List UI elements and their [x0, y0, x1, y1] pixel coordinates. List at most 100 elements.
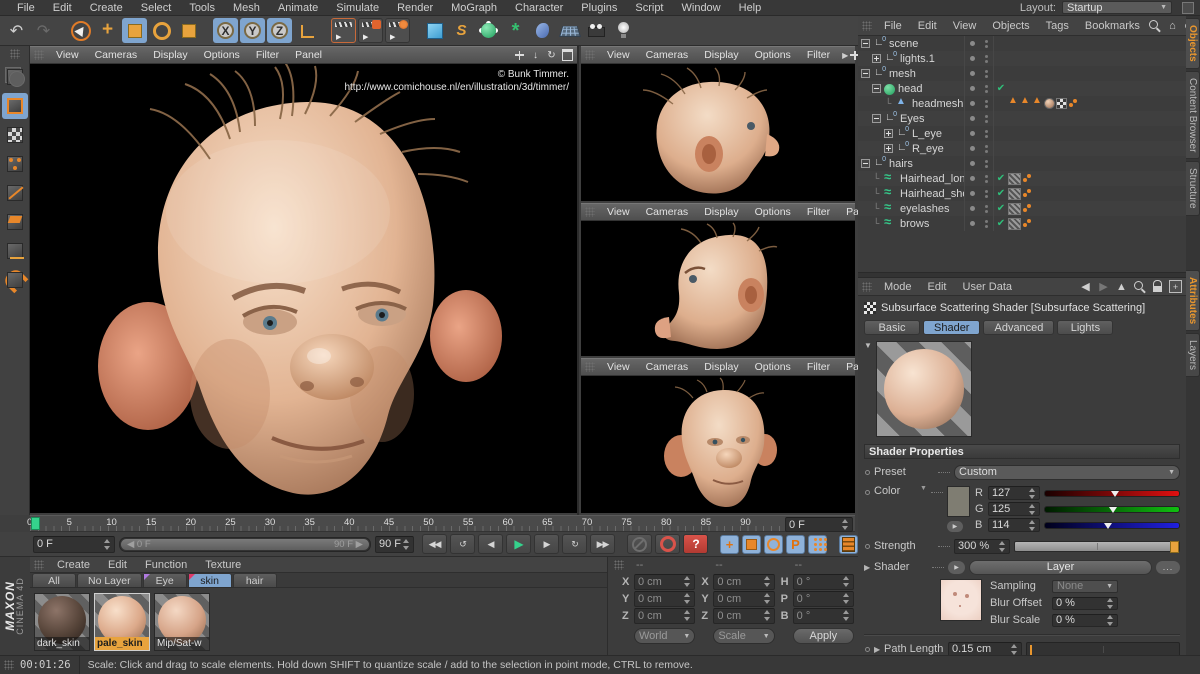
layer-tab-all[interactable]: All [32, 573, 76, 587]
spinner-icon[interactable] [1029, 488, 1036, 499]
object-icon[interactable] [873, 38, 886, 50]
material-name[interactable]: dark_skin [35, 637, 89, 650]
viewport-menu-item[interactable]: Options [747, 361, 799, 373]
viewport-menu-item[interactable]: View [599, 206, 638, 218]
viewport-menu-item[interactable]: Options [196, 49, 248, 61]
edge-mode-icon[interactable] [2, 180, 28, 206]
toolbar-grip[interactable] [10, 49, 20, 59]
color-expand-icon[interactable]: ▼ [920, 485, 927, 492]
keyframe-selection-icon[interactable] [627, 534, 652, 554]
object-row[interactable]: Hairhead_short ✔ [858, 186, 1186, 201]
editor-render-dots-icon[interactable] [985, 85, 988, 93]
goto-start-button[interactable]: ◀◀ [422, 534, 447, 554]
layer-shader-button[interactable]: Layer [969, 560, 1152, 575]
object-label[interactable]: Hairhead_short [900, 188, 964, 200]
layer-tab-eye[interactable]: Eye [143, 573, 187, 587]
coordinate-field[interactable]: 0 ° [793, 608, 854, 624]
coordinate-system-icon[interactable] [294, 18, 319, 43]
object-icon[interactable] [896, 143, 909, 155]
viewport-menu-item[interactable]: Display [696, 49, 746, 61]
spinner-icon[interactable] [764, 610, 771, 621]
tab-shader[interactable]: Shader [923, 320, 980, 335]
add-environment-icon[interactable] [557, 18, 582, 43]
coordinate-field[interactable]: 0 cm [713, 608, 774, 624]
strength-slider[interactable] [1014, 541, 1180, 552]
home-icon[interactable]: ⌂ [1166, 19, 1179, 32]
sampling-dropdown[interactable]: None▼ [1052, 580, 1118, 593]
menu-item[interactable]: Render [388, 2, 442, 14]
new-panel-icon[interactable] [1169, 280, 1182, 293]
material-menu-item[interactable]: Create [48, 559, 99, 571]
object-label[interactable]: head [898, 83, 922, 95]
expander-icon[interactable] [861, 69, 870, 78]
object-row[interactable]: Eyes [858, 111, 1186, 126]
expander-icon[interactable] [861, 39, 870, 48]
red-slider[interactable] [1044, 490, 1180, 497]
material-menu-item[interactable]: Function [136, 559, 196, 571]
pan-view-icon[interactable] [513, 49, 526, 62]
lock-y-axis-icon[interactable]: Y [240, 18, 265, 43]
blur-scale-field[interactable]: 0 % [1052, 614, 1118, 627]
panel-grip[interactable] [34, 50, 44, 60]
panel-grip[interactable] [4, 660, 14, 670]
rotate-view-icon[interactable]: ↻ [545, 49, 558, 62]
enable-check-icon[interactable]: ✔ [994, 218, 1008, 229]
add-spline-icon[interactable]: S [449, 18, 474, 43]
checker-tag-icon[interactable] [1056, 98, 1067, 109]
material-name[interactable]: pale_skin [95, 637, 149, 650]
last-tool-icon[interactable] [176, 18, 201, 43]
texture-mode-icon[interactable] [2, 122, 28, 148]
object-label[interactable]: scene [889, 38, 918, 50]
blue-value-field[interactable]: 114 [988, 518, 1040, 532]
expander-icon[interactable] [872, 189, 881, 198]
autokey-toggle[interactable] [839, 535, 858, 554]
enable-check-icon[interactable]: ✔ [994, 83, 1008, 94]
editor-render-dots-icon[interactable] [985, 100, 988, 108]
viewport-menu-item[interactable]: View [599, 361, 638, 373]
viewport-menu-item[interactable]: Cameras [638, 49, 697, 61]
viewport-menu-item[interactable]: Display [696, 206, 746, 218]
move-tool-icon[interactable]: + [95, 18, 120, 43]
expander-icon[interactable] [872, 204, 881, 213]
spinner-icon[interactable] [684, 610, 691, 621]
material-item[interactable]: dark_skin [34, 593, 90, 651]
object-manager-menu-item[interactable]: View [945, 20, 985, 32]
visibility-dot-icon[interactable] [970, 71, 975, 76]
object-label[interactable]: eyelashes [900, 203, 950, 215]
previous-frame-button[interactable]: ◀ [478, 534, 503, 554]
viewport-menu-item[interactable]: Options [747, 49, 799, 61]
object-label[interactable]: mesh [889, 68, 916, 80]
side-viewport-1[interactable] [581, 64, 855, 201]
visibility-dot-icon[interactable] [970, 86, 975, 91]
menu-item[interactable]: Simulate [327, 2, 388, 14]
live-selection-icon[interactable] [68, 18, 93, 43]
green-slider[interactable] [1044, 506, 1180, 513]
editor-render-dots-icon[interactable] [985, 145, 988, 153]
menu-item[interactable]: Select [132, 2, 181, 14]
object-icon[interactable] [884, 173, 897, 185]
expander-icon[interactable] [872, 114, 881, 123]
expander-icon[interactable] [872, 84, 881, 93]
loop-button[interactable]: ↻ [562, 534, 587, 554]
window-icon[interactable] [1182, 2, 1194, 14]
perspective-viewport[interactable]: © Bunk Timmer. http://www.comichouse.nl/… [30, 64, 577, 513]
visibility-dot-icon[interactable] [970, 56, 975, 61]
object-manager-menu-item[interactable]: File [876, 20, 910, 32]
dots-tag-icon[interactable] [1022, 188, 1033, 199]
material-menu-item[interactable]: Texture [196, 559, 250, 571]
key-pla-toggle[interactable] [808, 535, 827, 554]
dolly-view-icon[interactable]: ↓ [529, 49, 542, 62]
material-item[interactable]: pale_skin [94, 593, 150, 651]
panel-grip[interactable] [585, 362, 595, 372]
layer-tab-skin[interactable]: skin [188, 573, 232, 587]
object-row[interactable]: Hairhead_long ✔ [858, 171, 1186, 186]
coordinate-field[interactable]: 0 cm [634, 574, 695, 590]
editor-render-dots-icon[interactable] [985, 220, 988, 228]
visibility-dot-icon[interactable] [970, 176, 975, 181]
end-frame-field[interactable]: 90 F [375, 536, 414, 553]
color-swatch[interactable] [947, 486, 970, 517]
preview-collapse-icon[interactable]: ▼ [864, 341, 874, 437]
object-manager-menu-item[interactable]: Bookmarks [1077, 20, 1148, 32]
viewport-menu-item[interactable]: View [599, 49, 638, 61]
editor-render-dots-icon[interactable] [985, 175, 988, 183]
